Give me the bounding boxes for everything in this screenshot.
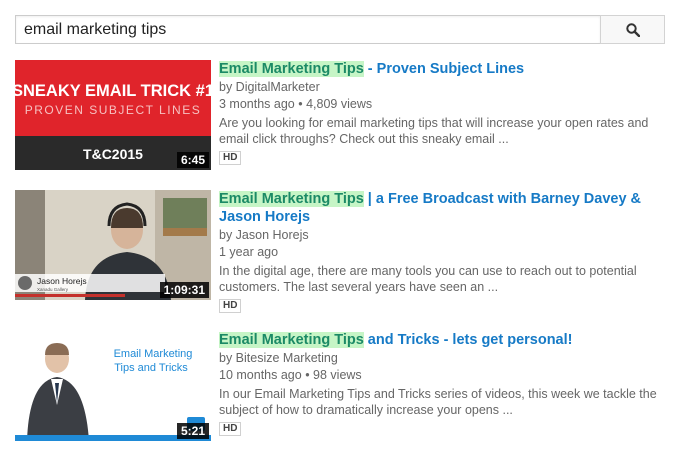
view-count: 98 views — [313, 368, 362, 382]
title-text[interactable]: and Tricks - lets get personal! — [364, 332, 573, 348]
thumb-subhead: PROVEN SUBJECT LINES — [25, 103, 201, 117]
video-result[interactable]: Email Marketing Tips and Tricks 5:21 Ema… — [15, 331, 665, 443]
channel-name[interactable]: by Jason Horejs — [219, 228, 669, 243]
video-stats: 1 year ago — [219, 245, 669, 260]
video-description: In the digital age, there are many tools… — [219, 264, 637, 294]
thumb-text-line2: Tips and Tricks — [114, 362, 188, 374]
video-duration: 5:21 — [176, 423, 209, 439]
search-icon — [625, 22, 640, 37]
title-highlight[interactable]: Email Marketing Tips — [219, 332, 364, 348]
video-result[interactable]: Jason Horejs Xanadu Gallery 1:09:31 Emai… — [15, 190, 665, 313]
thumb-text-line1: Email Marketing — [114, 348, 193, 360]
thumb-caption-sub: Xanadu Gallery — [37, 287, 69, 292]
video-thumbnail[interactable]: SNEAKY EMAIL TRICK #1 PROVEN SUBJECT LIN… — [15, 60, 211, 170]
video-stats: 3 months ago • 4,809 views — [219, 97, 669, 112]
video-title[interactable]: Email Marketing Tips and Tricks - lets g… — [219, 331, 669, 349]
title-highlight[interactable]: Email Marketing Tips — [219, 61, 364, 77]
video-info: Email Marketing Tips - Proven Subject Li… — [219, 60, 669, 165]
upload-age: 1 year ago — [219, 245, 279, 259]
bullet-separator: • — [305, 368, 314, 382]
video-description: Are you looking for email marketing tips… — [219, 116, 649, 146]
upload-age: 3 months ago — [219, 97, 295, 111]
thumb-caption-name: Jason Horejs — [37, 276, 87, 286]
title-highlight[interactable]: Email Marketing Tips — [219, 191, 364, 207]
channel-name[interactable]: by Bitesize Marketing — [219, 351, 669, 366]
video-stats: 10 months ago • 98 views — [219, 368, 669, 383]
thumb-headline: SNEAKY EMAIL TRICK #1 — [15, 82, 211, 100]
video-info: Email Marketing Tips and Tricks - lets g… — [219, 331, 669, 436]
video-title[interactable]: Email Marketing Tips - Proven Subject Li… — [219, 60, 669, 78]
hd-badge: HD — [219, 299, 242, 313]
title-text[interactable]: - Proven Subject Lines — [364, 61, 524, 77]
thumb-event: T&C2015 — [83, 146, 143, 162]
bullet-separator: • — [298, 97, 307, 111]
video-title[interactable]: Email Marketing Tips | a Free Broadcast … — [219, 190, 669, 226]
video-duration: 1:09:31 — [159, 282, 209, 298]
video-duration: 6:45 — [176, 152, 209, 168]
hd-badge: HD — [219, 151, 242, 165]
video-result[interactable]: SNEAKY EMAIL TRICK #1 PROVEN SUBJECT LIN… — [15, 60, 665, 172]
hd-badge: HD — [219, 422, 242, 436]
view-count: 4,809 views — [306, 97, 373, 111]
search-input[interactable] — [15, 15, 600, 44]
search-button[interactable] — [600, 15, 665, 44]
channel-name[interactable]: by DigitalMarketer — [219, 80, 669, 95]
video-thumbnail[interactable]: Jason Horejs Xanadu Gallery 1:09:31 — [15, 190, 211, 300]
search-bar — [15, 15, 665, 44]
video-info: Email Marketing Tips | a Free Broadcast … — [219, 190, 669, 313]
video-description: In our Email Marketing Tips and Tricks s… — [219, 387, 657, 417]
video-thumbnail[interactable]: Email Marketing Tips and Tricks 5:21 — [15, 331, 211, 441]
upload-age: 10 months ago — [219, 368, 302, 382]
